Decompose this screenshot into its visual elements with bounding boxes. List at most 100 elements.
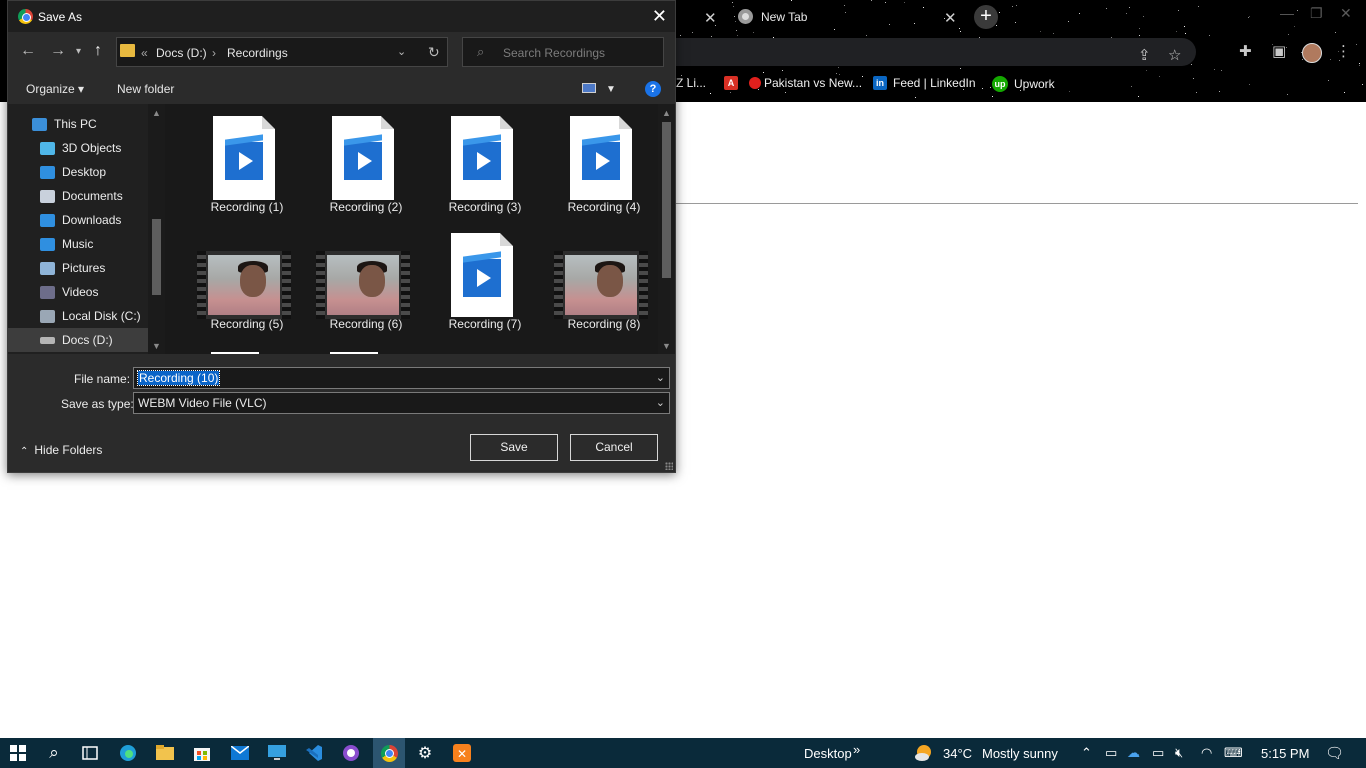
recent-locations-chevron-icon[interactable]: ▾ [76,46,81,57]
share-icon[interactable]: ⇪ [1138,46,1151,64]
file-item[interactable]: Recording (3) [423,104,533,216]
view-options-icon[interactable] [582,83,596,93]
breadcrumb-folder[interactable]: Recordings [227,46,288,60]
task-view-icon[interactable] [80,743,100,763]
refresh-icon[interactable]: ↻ [428,44,440,61]
scroll-up-icon[interactable]: ▲ [152,108,161,118]
meet-now-icon[interactable]: ▭ [1105,745,1117,761]
extensions-icon[interactable]: ✚ [1239,42,1252,60]
file-item[interactable]: Recording (8) [542,221,652,333]
chrome-taskbar-icon[interactable] [373,738,405,768]
restore-icon[interactable]: ❐ [1310,5,1323,22]
nav-item-documents[interactable]: Documents [8,184,148,208]
nav-item-music[interactable]: Music [8,232,148,256]
scroll-down-icon[interactable]: ▼ [152,341,161,351]
hide-folders-button[interactable]: ⌃ Hide Folders [20,443,102,457]
chevron-down-icon[interactable]: ⌄ [656,371,665,384]
nav-item-docs-drive[interactable]: Docs (D:) [8,328,148,352]
weather-temperature[interactable]: 34°C [943,746,972,761]
nav-item-downloads[interactable]: Downloads [8,208,148,232]
resize-grip[interactable] [665,462,673,470]
battery-icon[interactable]: ▭ [1152,745,1164,761]
forward-arrow-icon[interactable]: → [50,42,66,60]
notifications-icon[interactable]: 🗨︎ [1325,744,1344,762]
keyboard-icon[interactable]: ⌨ [1224,745,1243,761]
save-button[interactable]: Save [470,434,558,461]
remote-desktop-icon[interactable] [267,743,287,763]
address-bar[interactable]: ☆ ⇪ [676,38,1196,66]
organize-button[interactable]: Organize ▾ [26,82,84,96]
dialog-titlebar[interactable]: Save As ✕ [8,1,675,32]
bookmark-star-icon[interactable]: ☆ [1168,46,1181,64]
scrollbar-thumb[interactable] [662,122,671,278]
navigation-scrollbar[interactable]: ▲ ▼ [148,104,165,354]
file-item[interactable]: Recording (5) [185,221,295,333]
xampp-icon[interactable]: ✕ [452,743,472,763]
scroll-down-icon[interactable]: ▼ [662,341,671,351]
minimize-icon[interactable]: — [1280,5,1294,21]
onedrive-cloud-icon[interactable]: ☁ [1127,745,1140,761]
bookmark-upwork[interactable]: up Upwork [992,76,1055,92]
mail-icon[interactable] [230,743,250,763]
nav-item-pictures[interactable]: Pictures [8,256,148,280]
settings-gear-icon[interactable]: ⚙ [415,743,435,763]
bookmark-pdf[interactable]: A [724,76,744,90]
chevron-down-icon[interactable]: ⌄ [397,45,406,58]
nav-item-desktop[interactable]: Desktop [8,160,148,184]
nav-item-3d-objects[interactable]: 3D Objects [8,136,148,160]
avatar[interactable] [1302,43,1322,63]
clock[interactable]: 5:15 PM [1261,746,1309,761]
new-tab-button[interactable]: + [974,5,998,29]
file-item[interactable]: Recording (6) [304,221,414,333]
close-tab-icon[interactable]: ✕ [944,9,957,27]
content-scrollbar[interactable]: ▲ ▼ [658,104,675,354]
new-folder-button[interactable]: New folder [117,82,174,96]
close-window-icon[interactable]: ✕ [1340,5,1352,22]
scrollbar-thumb[interactable] [152,219,161,295]
side-panel-icon[interactable]: ▣ [1272,42,1286,60]
nav-item-this-pc[interactable]: This PC [8,112,148,136]
search-input[interactable]: Search Recordings [503,46,605,60]
address-breadcrumb[interactable]: « Docs (D:) › Recordings ⌄ ↻ [116,37,448,67]
wifi-icon[interactable]: ◠ [1201,745,1212,761]
tab-new-tab[interactable]: New Tab ✕ [761,0,971,34]
search-box[interactable]: ⌕ Search Recordings [462,37,664,67]
weather-condition[interactable]: Mostly sunny [982,746,1058,761]
close-tab-icon[interactable]: ✕ [704,9,717,27]
file-item[interactable]: Recording (2) [304,104,414,216]
file-explorer-icon[interactable] [155,743,175,763]
bookmark-item[interactable]: Z Li... [676,76,706,90]
edge-icon[interactable] [118,743,138,763]
store-icon[interactable] [192,743,212,763]
help-icon[interactable]: ? [645,81,661,97]
back-arrow-icon[interactable]: ← [20,42,36,60]
menu-icon[interactable]: ⋮ [1336,42,1351,60]
file-item[interactable]: Recording (1) [185,104,295,216]
up-arrow-icon[interactable]: ↑ [94,42,102,60]
nav-item-local-disk[interactable]: Local Disk (C:) [8,304,148,328]
toolbar-overflow-icon[interactable]: » [853,742,860,757]
windows-start-icon[interactable] [8,743,28,763]
close-icon[interactable]: ✕ [652,6,667,27]
bookmark-pakistan[interactable]: Pakistan vs New... [749,76,862,90]
file-name-field[interactable]: Recording (10) ⌄ [133,367,670,389]
search-icon[interactable]: ⌕ [44,743,64,763]
file-item[interactable]: Recording (4) [542,104,652,216]
chevron-down-icon[interactable]: ▼ [606,84,616,95]
github-desktop-icon[interactable] [341,743,361,763]
file-name-value[interactable]: Recording (10) [136,370,221,386]
cancel-button[interactable]: Cancel [570,434,658,461]
chevron-down-icon[interactable]: ⌄ [656,396,665,409]
bookmark-linkedin[interactable]: in Feed | LinkedIn [873,76,976,90]
vscode-icon[interactable] [304,743,324,763]
scroll-up-icon[interactable]: ▲ [662,108,671,118]
breadcrumb-overflow[interactable]: « [141,46,148,60]
desktop-toolbar-label[interactable]: Desktop [804,746,852,761]
nav-item-videos[interactable]: Videos [8,280,148,304]
chevron-up-icon[interactable]: ⌃ [1081,745,1092,761]
save-type-select[interactable]: WEBM Video File (VLC) ⌄ [133,392,670,414]
breadcrumb-drive[interactable]: Docs (D:) [156,46,207,60]
weather-sun-icon[interactable] [914,743,934,763]
file-item[interactable]: Recording (7) [423,221,533,333]
speaker-muted-icon[interactable]: 🔇︎ [1175,745,1183,761]
